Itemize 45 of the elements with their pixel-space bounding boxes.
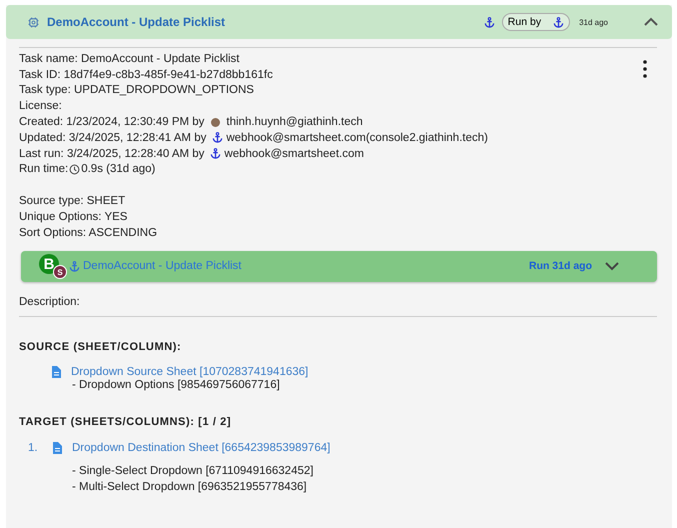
- option-text: Source type: SHEET: [19, 195, 126, 208]
- document-icon: [52, 442, 62, 454]
- info-text: Updated: 3/24/2025, 12:28:41 AM by: [19, 132, 206, 144]
- option-text: Unique Options: YES: [19, 211, 128, 224]
- info-text: Created: 1/23/2024, 12:30:49 PM by: [19, 116, 204, 128]
- option-text: Sort Options: ASCENDING: [19, 226, 158, 239]
- column-text: - Dropdown Options [985469756067716]: [72, 378, 281, 391]
- info-text: License:: [19, 100, 62, 112]
- info-text: Last run: 3/24/2025, 12:28:40 AM by: [19, 148, 204, 160]
- anchor-icon: [210, 148, 222, 160]
- run-bar-title: DemoAccount - Update Picklist: [83, 260, 242, 272]
- info-text: Run time:: [19, 163, 68, 176]
- user-email: thinh.huynh@giathinh.tech: [226, 116, 363, 128]
- column-text: - Single-Select Dropdown [6711094916632452]: [72, 464, 314, 479]
- chevron-icon[interactable]: [605, 261, 619, 272]
- task-header[interactable]: DemoAccount - Update Picklist Run by 31d ago: [6, 5, 672, 39]
- sheet-link[interactable]: Dropdown Destination Sheet [6654239853989764]: [72, 442, 330, 454]
- anchor-icon: [69, 260, 80, 272]
- sheet-link[interactable]: Dropdown Source Sheet [1070283741941636]: [71, 366, 308, 378]
- task-title: DemoAccount - Update Picklist: [47, 15, 226, 29]
- chip-icon: [28, 16, 39, 28]
- chevron-icon[interactable]: [644, 17, 658, 27]
- age-label: 31d ago: [579, 18, 608, 26]
- anchor-icon: [212, 132, 224, 144]
- run-by-button[interactable]: Run by: [502, 13, 570, 31]
- run-time-value: 0.9s (31d ago): [81, 163, 156, 176]
- user-email: webhook@smartsheet.com(console2.giathinh.tech): [226, 132, 488, 144]
- info-text: Task name: DemoAccount - Update Picklist: [19, 52, 240, 65]
- run-age: Run 31d ago: [528, 260, 592, 272]
- info-text: Task type: UPDATE_DROPDOWN_OPTIONS: [19, 84, 254, 96]
- anchor-icon: [553, 16, 564, 28]
- user-email: webhook@smartsheet.com: [224, 148, 364, 160]
- document-icon: [51, 366, 61, 378]
- section-heading: TARGET (SHEETS/COLUMNS): [1 / 2]: [19, 416, 232, 428]
- item-number: 1.: [27, 442, 39, 454]
- info-text: Task ID: 18d7f4e9-c8b3-485f-9e41-b27d8bb161fc: [19, 68, 273, 81]
- account-avatar: B: [39, 254, 59, 274]
- column-text: - Multi-Select Dropdown [6963521955778436]: [72, 480, 308, 495]
- more-menu-icon[interactable]: [643, 60, 647, 78]
- service-badge: S: [53, 265, 67, 280]
- avatar-icon: [211, 118, 220, 127]
- description-label: Description:: [19, 296, 81, 308]
- clock-icon: [69, 164, 80, 175]
- section-heading: SOURCE (SHEET/COLUMN):: [19, 340, 182, 353]
- anchor-icon: [484, 16, 495, 28]
